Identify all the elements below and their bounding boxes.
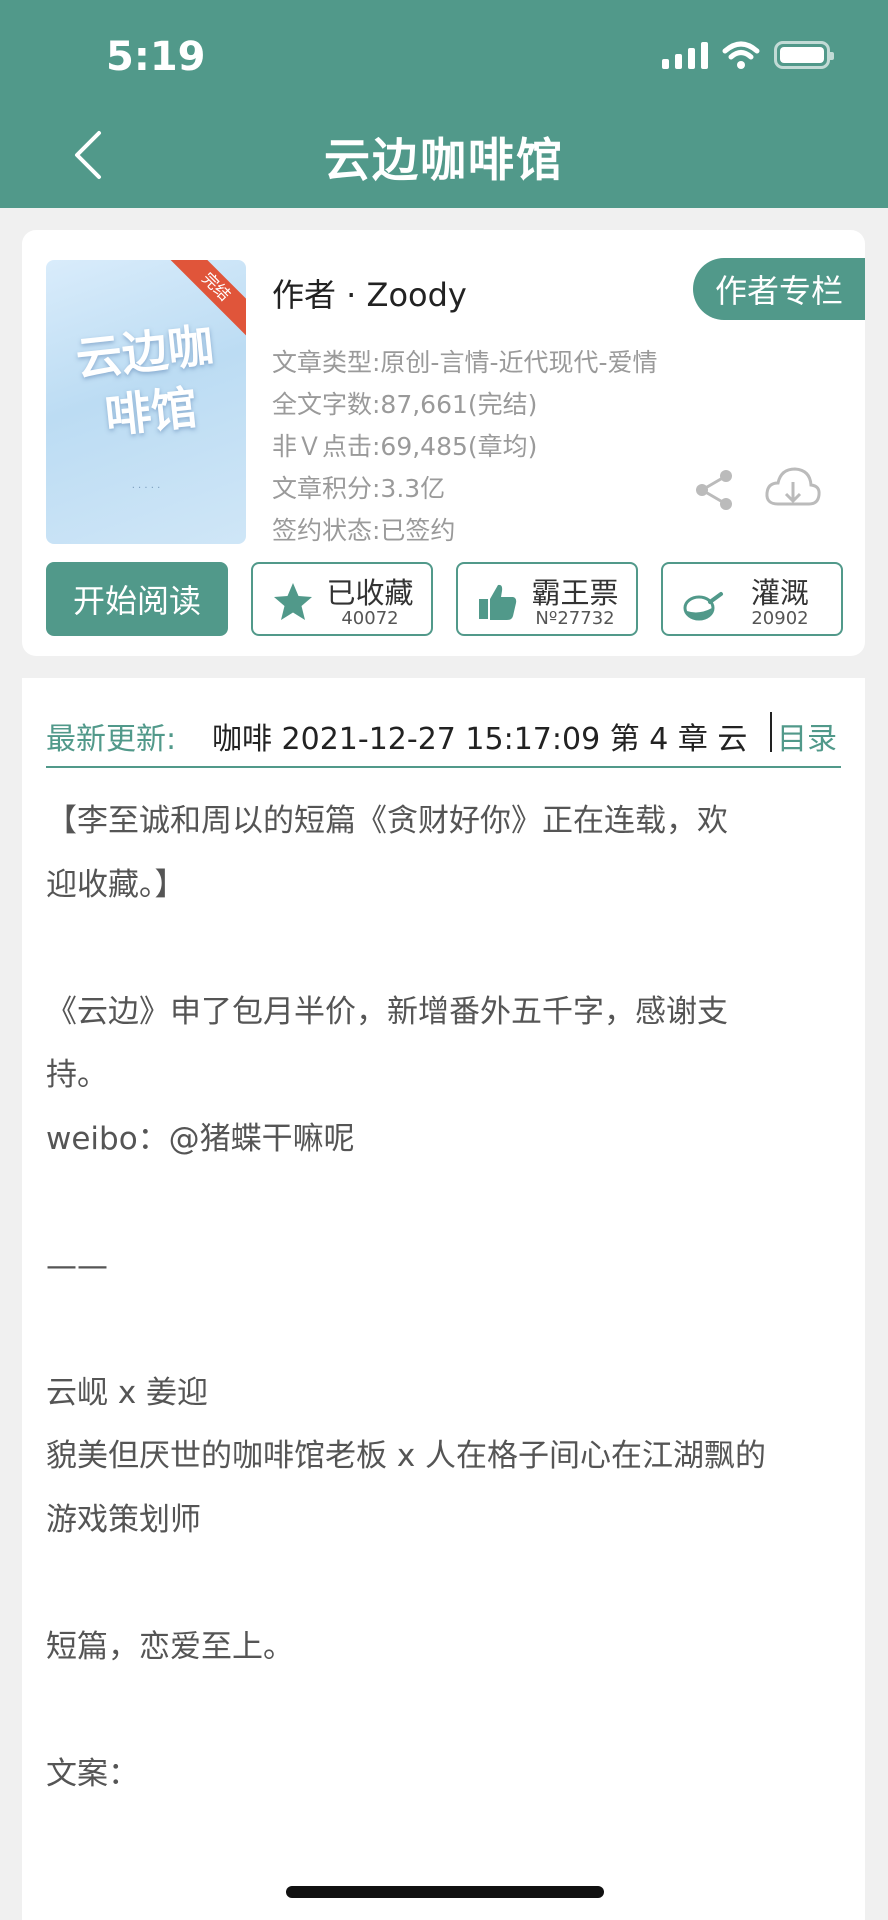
book-intro: 【李至诚和周以的短篇《贪财好你》正在连载，欢 迎收藏。】 《云边》申了包月半价，… [46,790,846,1806]
nutrient-count: 20902 [751,608,809,629]
intro-line: 迎收藏。】 [46,866,186,903]
book-meta-list: 文章类型:原创-言情-近代现代-爱情 全文字数:87,661(完结) 非Ｖ点击:… [272,342,658,552]
favorite-count: 40072 [341,608,399,629]
update-divider [770,712,772,752]
intro-line: 文案： [46,1755,139,1792]
nutrient-label: 灌溉 [750,576,809,610]
home-indicator[interactable] [286,1886,604,1898]
app-header: 5:19 云边咖啡馆 [0,0,888,208]
content-card: 最新更新: 咖啡 2021-12-27 15:17:09 第 4 章 云边 目录… [22,678,865,1920]
wifi-icon [722,41,760,69]
intro-line: 持。 [46,1057,108,1093]
author-line[interactable]: 作者 · Zoody [272,270,467,316]
status-icons [662,40,834,70]
cover-title: 云边咖啡馆 [73,318,217,444]
battery-icon [774,41,834,69]
book-info-card: 云边咖啡馆 · · · · · 完结 作者 · Zoody 作者专栏 文章类型:… [22,230,865,656]
ticket-label: 霸王票 [531,576,619,610]
latest-update-label: 最新更新: [46,722,177,757]
intro-line: 貌美但厌世的咖啡馆老板 x 人在格子间心在江湖飘的 [46,1438,767,1474]
author-column-button[interactable]: 作者专栏 [693,258,865,320]
ticket-count: Nº27732 [535,608,615,629]
intro-line [46,1679,846,1743]
download-icon[interactable] [764,464,822,514]
toc-link[interactable]: 目录 [777,714,837,758]
cover-caption: · · · · · [131,483,161,494]
favorite-label: 已收藏 [326,576,414,610]
favorite-button[interactable]: 已收藏 40072 [251,562,433,636]
ticket-button[interactable]: 霸王票 Nº27732 [456,562,638,636]
signal-icon [662,41,708,69]
meta-sign-status: 签约状态:已签约 [272,516,456,545]
intro-line: weibo：@猪蝶干嘛呢 [46,1120,355,1157]
intro-line: —— [46,1247,108,1284]
status-time: 5:19 [106,34,206,80]
intro-line [46,917,846,981]
intro-line [46,1171,846,1235]
intro-line [46,1552,846,1616]
meta-clicks: 非Ｖ点击:69,485(章均) [272,432,538,461]
thumbs-up-icon [479,584,517,620]
meta-category: 文章类型:原创-言情-近代现代-爱情 [272,348,658,377]
nutrient-button[interactable]: 灌溉 20902 [661,562,843,636]
page-title: 云边咖啡馆 [324,133,564,187]
book-cover[interactable]: 云边咖啡馆 · · · · · 完结 [46,260,246,544]
action-row: 开始阅读 已收藏 40072 霸王票 Nº27732 灌溉 20902 [46,562,843,636]
intro-line: 游戏策划师 [46,1501,201,1538]
intro-line: 【李至诚和周以的短篇《贪财好你》正在连载，欢 [46,803,728,839]
watering-can-icon [683,592,723,621]
meta-word-count: 全文字数:87,661(完结) [272,390,538,419]
intro-line: 云岘 x 姜迎 [46,1374,209,1411]
latest-update-text[interactable]: 咖啡 2021-12-27 15:17:09 第 4 章 云边 [212,714,748,758]
latest-update-bar[interactable]: 最新更新: 咖啡 2021-12-27 15:17:09 第 4 章 云边 目录 [46,692,841,768]
intro-line: 短篇，恋爱至上。 [46,1628,294,1665]
intro-line: 《云边》申了包月半价，新增番外五千字，感谢支 [46,993,728,1030]
meta-score: 文章积分:3.3亿 [272,474,446,503]
intro-line [46,1298,846,1362]
share-icon[interactable] [690,466,738,514]
star-icon [274,583,312,620]
start-reading-button[interactable]: 开始阅读 [46,562,228,636]
